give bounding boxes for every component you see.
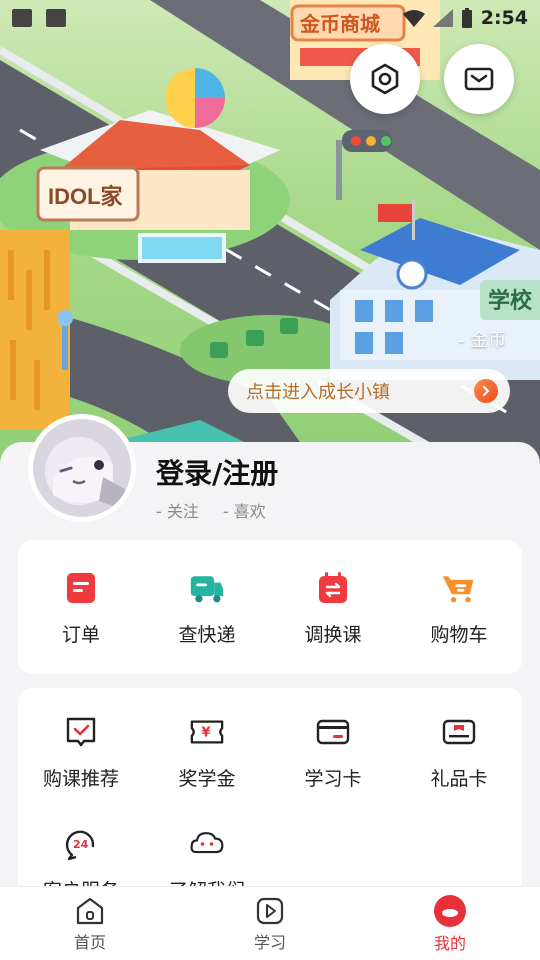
mail-icon <box>464 67 494 91</box>
likes-count[interactable]: - 喜欢 <box>223 498 266 522</box>
study-card-icon <box>315 714 351 750</box>
bottom-nav: 首页 学习 我的 <box>0 886 540 960</box>
mine-icon <box>434 894 466 927</box>
recommend-button[interactable]: 购课推荐 <box>18 688 144 800</box>
idol-sign: IDOL家 <box>48 184 124 209</box>
order-button[interactable]: 订单 <box>18 540 144 674</box>
battery-icon <box>461 8 472 28</box>
svg-text:¥: ¥ <box>201 726 211 741</box>
gallery-icon <box>12 9 32 27</box>
gift-card-button[interactable]: 礼品卡 <box>396 688 522 800</box>
swap-class-button[interactable]: 调换课 <box>270 540 396 674</box>
study-card-button[interactable]: 学习卡 <box>270 688 396 800</box>
school-sign: 学校 <box>488 288 533 313</box>
swap-class-icon <box>315 570 351 606</box>
growth-town-banner[interactable]: IDOL家 金币商城 学校 2:54 - 金币 点击进入成长小镇 <box>0 0 540 470</box>
customer-service-icon: 24 <box>63 826 99 862</box>
enter-town-label: 点击进入成长小镇 <box>246 382 390 403</box>
track-delivery-button[interactable]: 查快递 <box>144 540 270 674</box>
play-icon <box>256 897 284 924</box>
order-icon <box>63 570 99 606</box>
font-icon <box>46 9 66 27</box>
wifi-icon <box>402 10 425 27</box>
profile-stats: - 关注 - 喜欢 <box>156 498 266 522</box>
status-time: 2:54 <box>480 7 528 29</box>
default-avatar-icon <box>45 437 125 509</box>
no-signal-icon <box>432 9 453 27</box>
status-bar: 2:54 <box>0 0 540 36</box>
avatar[interactable] <box>28 414 136 522</box>
truck-icon <box>189 570 225 606</box>
svg-text:24: 24 <box>73 838 89 851</box>
scholarship-button[interactable]: ¥ 奖学金 <box>144 688 270 800</box>
tab-study[interactable]: 学习 <box>180 887 360 960</box>
follow-count[interactable]: - 关注 <box>156 498 199 522</box>
coin-balance: - 金币 <box>458 330 507 351</box>
scholarship-icon: ¥ <box>189 714 225 750</box>
cart-button[interactable]: 购物车 <box>396 540 522 674</box>
enter-town-button[interactable]: 点击进入成长小镇 <box>228 369 510 413</box>
quick-actions-card: 订单 查快递 调换课 购物车 <box>18 540 522 674</box>
gear-icon <box>371 63 399 95</box>
tab-home[interactable]: 首页 <box>0 887 180 960</box>
tab-mine[interactable]: 我的 <box>360 887 540 960</box>
gift-card-icon <box>441 714 477 750</box>
about-icon <box>189 826 225 862</box>
home-icon <box>76 897 104 924</box>
services-card: 购课推荐 ¥ 奖学金 学习卡 礼品卡 24 客户服务 <box>18 688 522 908</box>
settings-button[interactable] <box>350 44 420 114</box>
login-register-link[interactable]: 登录/注册 <box>156 452 278 492</box>
chevron-right-icon <box>474 379 498 403</box>
recommend-icon <box>63 714 99 750</box>
cart-icon <box>441 570 477 606</box>
messages-button[interactable] <box>444 44 514 114</box>
